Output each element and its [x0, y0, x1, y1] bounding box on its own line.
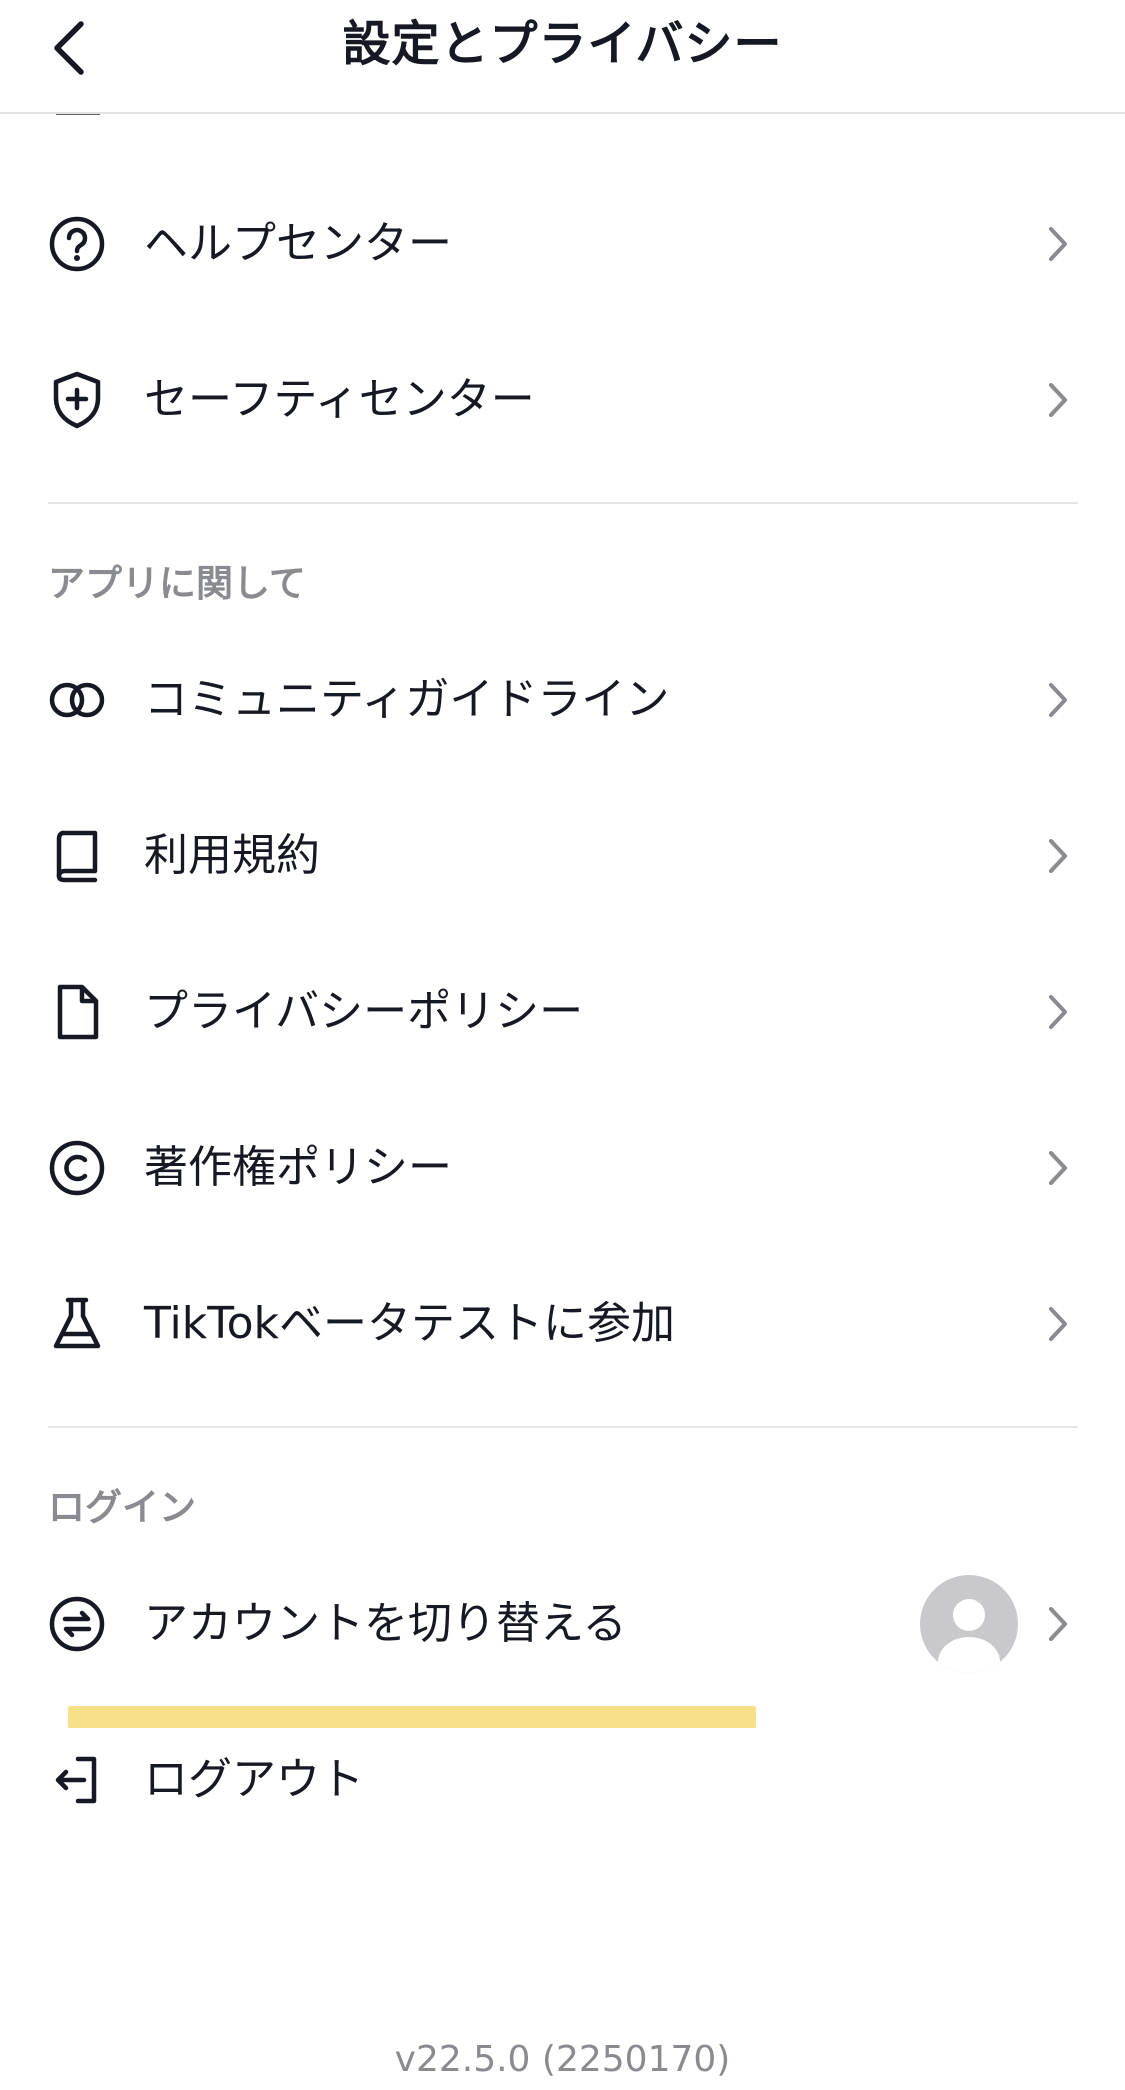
row-label: 利用規約: [144, 830, 320, 881]
section-divider: [48, 502, 1078, 504]
document-icon: [46, 981, 108, 1043]
chevron-right-icon: [1040, 676, 1076, 724]
row-privacy-policy[interactable]: プライバシーポリシー: [0, 952, 1125, 1072]
section-title-about: アプリに関して: [48, 562, 306, 605]
section-divider: [48, 1426, 1078, 1428]
row-label: プライバシーポリシー: [144, 986, 584, 1037]
question-circle-icon: [46, 213, 108, 275]
app-version: v22.5.0 (2250170): [394, 2039, 731, 2080]
avatar: [920, 1575, 1018, 1673]
row-help-center[interactable]: ヘルプセンター: [0, 184, 1125, 304]
row-community-guidelines[interactable]: コミュニティガイドライン: [0, 640, 1125, 760]
copyright-icon: [46, 1137, 108, 1199]
chevron-right-icon: [1040, 220, 1076, 268]
overlapping-circles-icon: [46, 669, 108, 731]
row-label: セーフティセンター: [144, 374, 535, 425]
chevron-right-icon: [1040, 376, 1076, 424]
row-label: ログアウト: [144, 1754, 364, 1805]
section-title-login: ログイン: [48, 1486, 196, 1529]
header-bar: 設定とプライバシー: [0, 0, 1125, 114]
chevron-right-icon: [1040, 832, 1076, 880]
page-title: 設定とプライバシー: [342, 16, 783, 72]
row-copyright-policy[interactable]: 著作権ポリシー: [0, 1108, 1125, 1228]
row-label: 著作権ポリシー: [144, 1142, 452, 1193]
row-label: ヘルプセンター: [144, 218, 452, 269]
shield-plus-icon: [46, 369, 108, 431]
row-terms-of-service[interactable]: 利用規約: [0, 796, 1125, 916]
chevron-right-icon: [1040, 1600, 1076, 1648]
avatar-body: [938, 1637, 1000, 1673]
avatar-head: [953, 1599, 985, 1631]
chevron-right-icon: [1040, 1144, 1076, 1192]
book-icon: [46, 825, 108, 887]
row-safety-center[interactable]: セーフティセンター: [0, 340, 1125, 460]
row-label: コミュニティガイドライン: [144, 674, 670, 725]
settings-privacy-screen: 設定とプライバシー ヘルプセンター セーフティセンター アプリに関して コミュニ…: [0, 0, 1125, 2090]
row-logout[interactable]: ログアウト: [0, 1720, 1125, 1840]
row-label: TikTokベータテストに参加: [144, 1298, 676, 1349]
switch-arrows-icon: [46, 1593, 108, 1655]
row-label: アカウントを切り替える: [144, 1598, 627, 1649]
chevron-right-icon: [1040, 988, 1076, 1036]
row-switch-account[interactable]: アカウントを切り替える: [0, 1564, 1125, 1684]
flask-icon: [46, 1293, 108, 1355]
chevron-right-icon: [1040, 1300, 1076, 1348]
logout-icon: [46, 1749, 108, 1811]
row-beta-test[interactable]: TikTokベータテストに参加: [0, 1264, 1125, 1384]
